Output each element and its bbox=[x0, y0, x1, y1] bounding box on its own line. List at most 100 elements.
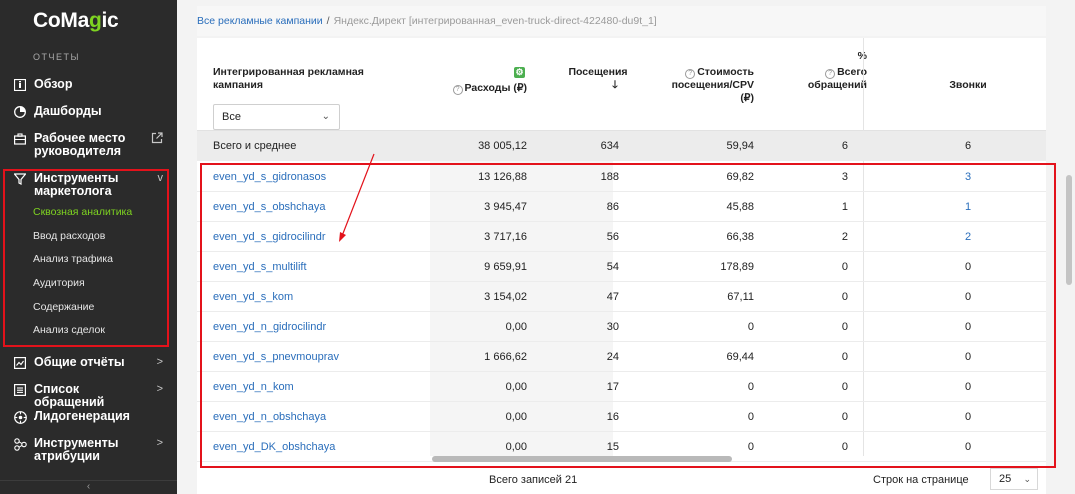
header-campaign[interactable]: Интегрированная рекламная кампания bbox=[213, 66, 393, 92]
requests-cell: 0 bbox=[841, 291, 848, 303]
total-row: Всего и среднее 38 005,12 634 59,94 6 6 bbox=[197, 131, 1046, 161]
rows-per-page-label: Строк на странице bbox=[873, 474, 969, 486]
pie-chart-icon bbox=[13, 105, 27, 119]
table-row: even_yd_n_kom 0,00 17 0 0 0 bbox=[197, 372, 1046, 402]
breadcrumb-separator: / bbox=[326, 15, 330, 27]
calls-cell: 0 bbox=[964, 381, 972, 393]
campaign-name-link[interactable]: even_yd_s_gidrocilindr bbox=[213, 222, 413, 252]
help-icon[interactable]: ? bbox=[685, 69, 696, 79]
header-cpv-label: Стоимость посещения/CPV (₽) bbox=[671, 66, 754, 104]
nav-item-label: Общие отчёты bbox=[34, 355, 125, 369]
breadcrumb-root-link[interactable]: Все рекламные кампании bbox=[197, 15, 323, 27]
comagic-logo[interactable]: CoMagic bbox=[33, 9, 119, 33]
cpv-cell: 45,88 bbox=[726, 201, 754, 213]
nav-item-manager-workplace[interactable]: Рабочее место руководителя bbox=[0, 132, 177, 158]
rows-per-page-select[interactable]: 25 ⌄ bbox=[990, 468, 1038, 490]
table-row: even_yd_s_gidronasos 13 126,88 188 69,82 3 3 bbox=[197, 162, 1046, 192]
nav-item-attribution-tools[interactable]: Инструменты атрибуции > bbox=[0, 437, 177, 463]
external-link-icon[interactable] bbox=[143, 132, 163, 148]
report-icon bbox=[13, 356, 27, 370]
horizontal-scroll-thumb[interactable] bbox=[432, 456, 732, 462]
cpv-cell: 0 bbox=[747, 321, 754, 333]
table-row: even_yd_s_obshchaya 3 945,47 86 45,88 1 1 bbox=[197, 192, 1046, 222]
vertical-scrollbar[interactable] bbox=[1066, 175, 1072, 285]
header-cpv[interactable]: ? Стоимость посещения/CPV (₽) bbox=[658, 66, 754, 105]
nav-item-label: Список обращений bbox=[34, 382, 105, 409]
campaign-name-link[interactable]: even_yd_s_obshchaya bbox=[213, 192, 413, 222]
chevron-down-icon: ⌄ bbox=[1023, 474, 1031, 484]
visits-cell: 17 bbox=[606, 381, 619, 393]
campaign-name-link[interactable]: even_yd_s_gidronasos bbox=[213, 162, 413, 192]
cpv-cell: 69,44 bbox=[726, 351, 754, 363]
table-header: Интегрированная рекламная кампания Все ⌄… bbox=[197, 38, 1046, 131]
campaign-name-link[interactable]: even_yd_n_gidrocilindr bbox=[213, 312, 413, 342]
calls-link[interactable]: 3 bbox=[903, 162, 1033, 192]
visits-cell: 86 bbox=[606, 201, 619, 213]
rows-per-page-value: 25 bbox=[999, 473, 1012, 485]
calls-cell: 0 bbox=[964, 321, 972, 333]
expenses-cell: 3 945,47 bbox=[484, 201, 527, 213]
visits-cell: 30 bbox=[606, 321, 619, 333]
total-requests: 6 bbox=[841, 140, 848, 152]
total-label: Всего и среднее bbox=[213, 140, 297, 152]
campaign-name-link[interactable]: even_yd_s_multilift bbox=[213, 252, 413, 282]
requests-cell: 0 bbox=[841, 321, 848, 333]
campaign-name-link[interactable]: even_yd_DK_obshchaya bbox=[213, 432, 413, 462]
total-cpv: 59,94 bbox=[726, 140, 754, 152]
calls-cell: 0 bbox=[964, 441, 972, 453]
visits-cell: 54 bbox=[606, 261, 619, 273]
sort-down-arrow-icon[interactable]: 🡓 bbox=[578, 79, 617, 91]
percent-toggle[interactable]: % bbox=[787, 50, 867, 63]
nav-item-lead-generation[interactable]: Лидогенерация bbox=[0, 410, 177, 424]
visits-cell: 16 bbox=[606, 411, 619, 423]
table-footer: Всего записей 21 Строк на странице 25 ⌄ bbox=[197, 466, 1046, 494]
nav-item-general-reports[interactable]: Общие отчёты > bbox=[0, 356, 177, 370]
chevron-down-icon: ⌄ bbox=[321, 111, 330, 122]
expenses-cell: 13 126,88 bbox=[478, 171, 527, 183]
header-visits[interactable]: Посещения 🡓 bbox=[557, 66, 639, 92]
campaign-name-link[interactable]: even_yd_s_pnevmouprav bbox=[213, 342, 413, 372]
table-row: even_yd_s_kom 3 154,02 47 67,11 0 0 bbox=[197, 282, 1046, 312]
header-expenses[interactable]: ⚙ ? Расходы (₽) bbox=[452, 66, 527, 95]
calls-link[interactable]: 1 bbox=[903, 192, 1033, 222]
table-row: even_yd_n_gidrocilindr 0,00 30 0 0 0 bbox=[197, 312, 1046, 342]
expenses-cell: 0,00 bbox=[505, 321, 527, 333]
collapse-sidebar-icon[interactable]: ‹ bbox=[0, 480, 177, 494]
requests-cell: 0 bbox=[841, 381, 848, 393]
horizontal-scrollbar[interactable] bbox=[432, 456, 732, 464]
expenses-cell: 3 154,02 bbox=[484, 291, 527, 303]
nav-item-overview[interactable]: Обзор bbox=[0, 78, 177, 92]
campaign-name-link[interactable]: even_yd_n_kom bbox=[213, 372, 413, 402]
header-visits-label: Посещения bbox=[568, 66, 628, 78]
cpv-cell: 0 bbox=[747, 381, 754, 393]
settings-gear-icon[interactable]: ⚙ bbox=[514, 67, 525, 78]
help-icon[interactable]: ? bbox=[452, 85, 463, 95]
header-calls[interactable]: Звонки bbox=[903, 79, 1033, 92]
chevron-right-icon[interactable]: > bbox=[143, 437, 163, 450]
breadcrumb: Все рекламные кампании / Яндекс.Директ [ин… bbox=[197, 6, 1046, 36]
chevron-right-icon[interactable]: > bbox=[143, 356, 163, 369]
marketing-tools-highlight bbox=[3, 169, 169, 347]
campaign-name-link[interactable]: even_yd_s_kom bbox=[213, 282, 413, 312]
calls-cell: 0 bbox=[964, 261, 972, 273]
chevron-right-icon[interactable]: > bbox=[143, 383, 163, 396]
campaign-name-link[interactable]: even_yd_n_obshchaya bbox=[213, 402, 413, 432]
cpv-cell: 69,82 bbox=[726, 171, 754, 183]
sidebar: CoMagic ОТЧЕТЫ Обзор Дашборды Рабочее ме… bbox=[0, 0, 177, 494]
requests-cell: 1 bbox=[841, 201, 848, 213]
nav-item-label: Инструменты атрибуции bbox=[34, 436, 119, 463]
calls-cell: 0 bbox=[964, 291, 972, 303]
cpv-cell: 0 bbox=[747, 411, 754, 423]
nav-item-dashboards[interactable]: Дашборды bbox=[0, 105, 177, 119]
total-expenses: 38 005,12 bbox=[478, 140, 527, 152]
nav-item-requests-list[interactable]: Список обращений > bbox=[0, 383, 177, 409]
list-icon bbox=[13, 383, 27, 397]
nav-item-label: Дашборды bbox=[34, 104, 102, 118]
requests-cell: 0 bbox=[841, 351, 848, 363]
expenses-cell: 1 666,62 bbox=[484, 351, 527, 363]
campaign-filter-dropdown[interactable]: Все ⌄ bbox=[213, 104, 340, 130]
header-total-requests[interactable]: % ?Всего обращений bbox=[787, 50, 867, 92]
breadcrumb-current: Яндекс.Директ [интегрированная_even-truc… bbox=[333, 15, 657, 27]
calls-link[interactable]: 2 bbox=[903, 222, 1033, 252]
help-icon[interactable]: ? bbox=[825, 69, 836, 79]
